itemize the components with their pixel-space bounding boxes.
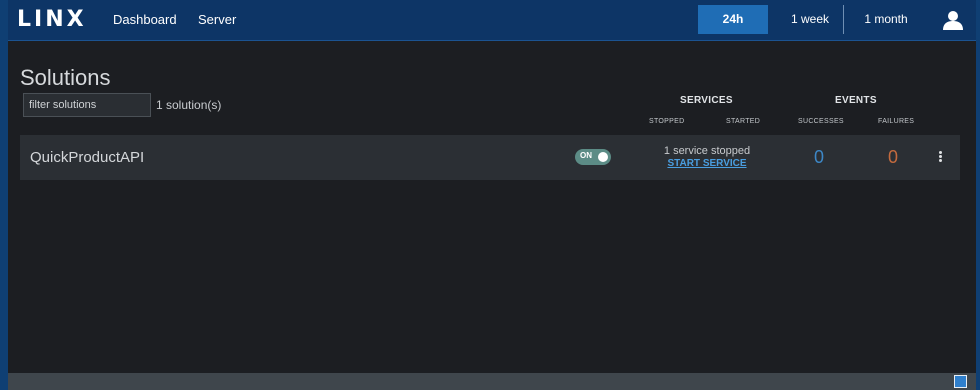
user-icon[interactable]	[942, 9, 964, 31]
nav-dashboard[interactable]: Dashboard	[113, 0, 177, 40]
successes-subheader: SUCCESSES	[798, 118, 844, 125]
more-options-icon[interactable]	[937, 151, 943, 165]
start-service-link[interactable]: START SERVICE	[652, 158, 762, 169]
window-frame-right	[976, 0, 980, 390]
toggle-knob	[598, 152, 608, 162]
range-1-month-button[interactable]: 1 month	[854, 5, 918, 34]
events-column-header: EVENTS	[835, 95, 877, 106]
range-24h-button[interactable]: 24h	[698, 5, 768, 34]
page-title: Solutions	[20, 64, 111, 90]
range-1-week-button[interactable]: 1 week	[778, 5, 842, 34]
top-navbar: LINX Dashboard Server 24h 1 week 1 month	[8, 0, 976, 41]
failures-subheader: FAILURES	[878, 118, 915, 125]
solution-row[interactable]: QuickProductAPI ON 1 service stopped STA…	[20, 135, 960, 180]
toggle-label: ON	[580, 151, 592, 160]
failures-count[interactable]: 0	[888, 147, 898, 168]
bottom-bar	[8, 373, 976, 390]
window-frame-left	[0, 0, 8, 390]
stopped-subheader: STOPPED	[649, 118, 685, 125]
started-subheader: STARTED	[726, 118, 761, 125]
main-content: Solutions 1 solution(s) SERVICES EVENTS …	[8, 41, 976, 373]
solution-on-toggle[interactable]: ON	[575, 149, 611, 165]
range-divider	[843, 5, 844, 34]
solution-name[interactable]: QuickProductAPI	[30, 149, 144, 166]
successes-count[interactable]: 0	[814, 147, 824, 168]
services-column-header: SERVICES	[680, 95, 733, 106]
filter-solutions-input[interactable]	[23, 93, 151, 117]
linx-logo[interactable]: LINX	[17, 7, 87, 32]
nav-server[interactable]: Server	[198, 0, 236, 40]
linx-corner-icon[interactable]	[954, 375, 967, 388]
service-status: 1 service stopped	[663, 145, 751, 157]
solution-count: 1 solution(s)	[156, 98, 222, 112]
